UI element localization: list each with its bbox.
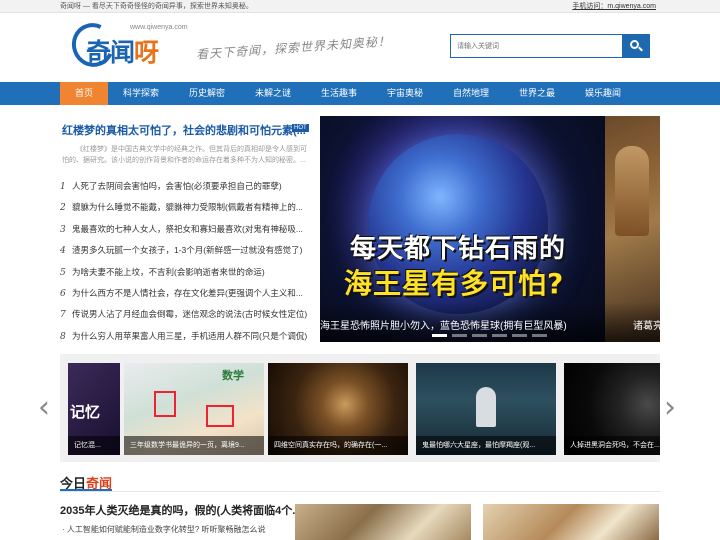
main-nav: 首页 科学探索 历史解密 未解之谜 生活趣事 宇宙奥秘 自然地理 世界之最 娱乐… <box>0 82 720 105</box>
list-item[interactable]: 7 传说男人沾了月经血会倒霉，迷信观念的说法(古时候女性定位) <box>60 306 310 327</box>
carousel-caption: 四维空间真实存在吗，的确存在(一... <box>268 436 408 455</box>
carousel-card[interactable]: 鬼最怕哪六大星座，最怕摩羯座(观... <box>416 363 556 455</box>
today-image-1[interactable] <box>295 504 471 540</box>
nav-item-science[interactable]: 科学探索 <box>108 82 174 105</box>
carousel-caption: 三年级数学书最诡异的一页，离境9... <box>124 436 264 455</box>
carousel-next-icon[interactable]: › <box>664 393 684 423</box>
headline-title[interactable]: 红楼梦的真相太可怕了，社会的悲剧和可怕元素(... <box>62 122 312 138</box>
today-news-title[interactable]: 2035年人类灭绝是真的吗，假的(人类将面临4个... <box>60 502 301 518</box>
mobile-link[interactable]: 手机访问：m.qiwenya.com <box>572 1 656 11</box>
nav-item-mystery[interactable]: 未解之谜 <box>240 82 306 105</box>
today-news-item[interactable]: · 人工智能如何赋能制造业数字化转型? 听听聚畅融怎么说 <box>62 524 266 535</box>
slider-dot[interactable] <box>512 334 527 337</box>
carousel-caption: 人掉进黑洞会死吗，不会在... <box>564 436 660 455</box>
logo-text: 奇闻呀 <box>86 38 159 67</box>
slider-dot[interactable] <box>452 334 467 337</box>
image-carousel: ‹ 记忆 记忆混... 数学 三年级数学书最诡异的一页，离境9... 四维空间真… <box>38 354 676 462</box>
hot-badge: HOT <box>292 124 309 132</box>
list-item[interactable]: 3 鬼最喜欢的七种人女人，祭祀女和寡妇最喜欢(对鬼有神秘吸... <box>60 221 310 242</box>
search-box <box>450 34 650 58</box>
nav-item-life[interactable]: 生活趣事 <box>306 82 372 105</box>
slider-dot[interactable] <box>472 334 487 337</box>
nav-item-home[interactable]: 首页 <box>60 82 108 105</box>
slide-headline-2: 海王星有多可怕? <box>344 267 565 300</box>
search-button[interactable] <box>622 35 649 57</box>
nav-item-universe[interactable]: 宇宙奥秘 <box>372 82 438 105</box>
list-item[interactable]: 4 渣男多久玩腻一个女孩子，1-3个月(新鲜感一过就没有感觉了) <box>60 242 310 263</box>
slider-dot[interactable] <box>432 334 447 337</box>
nav-item-entertainment[interactable]: 娱乐趣闻 <box>570 82 636 105</box>
today-image-2[interactable] <box>483 504 659 540</box>
nav-item-history[interactable]: 历史解密 <box>174 82 240 105</box>
slide-headline-1: 每天都下钻石雨的 <box>350 234 567 264</box>
list-item[interactable]: 1 人死了去阴间会害怕吗，会害怕(必须要承担自己的罪孽) <box>60 178 310 199</box>
carousel-card[interactable]: 记忆 记忆混... <box>68 363 120 455</box>
logo-url: www.qiwenya.com <box>130 24 188 31</box>
carousel-caption: 记忆混... <box>68 436 120 455</box>
site-slogan: 看天下奇闻，探索世界未知奥秘！ <box>195 34 392 62</box>
slider-dot[interactable] <box>492 334 507 337</box>
carousel-card[interactable]: 人掉进黑洞会死吗，不会在... <box>564 363 660 455</box>
search-input[interactable] <box>451 35 623 57</box>
carousel-card[interactable]: 数学 三年级数学书最诡异的一页，离境9... <box>124 363 264 455</box>
headline: 红楼梦的真相太可怕了，社会的悲剧和可怕元素(... HOT <box>62 122 312 138</box>
top-bar: 奇闻呀 — 看尽天下奇奇怪怪的奇闻异事，探索世界未知奥秘。 手机访问：m.qiw… <box>0 0 720 13</box>
list-item[interactable]: 5 为啥夫妻不能上坟，不吉利(会影响逝者来世的命运) <box>60 264 310 285</box>
nav-item-nature[interactable]: 自然地理 <box>438 82 504 105</box>
site-logo[interactable]: www.qiwenya.com 奇闻呀 <box>65 17 188 73</box>
slider-dots <box>432 334 552 337</box>
carousel-card[interactable]: 四维空间真实存在吗，的确存在(一... <box>268 363 408 455</box>
headline-summary: 《红楼梦》是中国古典文学中的经典之作。但其背后的真相却是令人感到可怕的、据研究。… <box>62 146 307 164</box>
next-slide-caption[interactable]: 诸葛亮 <box>633 317 660 332</box>
top-article-list: 1 人死了去阴间会害怕吗，会害怕(必须要承担自己的罪孽) 2 貔貅为什么睡觉不能戴，… <box>60 178 310 349</box>
nav-item-world-records[interactable]: 世界之最 <box>504 82 570 105</box>
list-item[interactable]: 6 为什么西方不是人情社会，存在文化差异(更强调个人主义和... <box>60 285 310 306</box>
carousel-caption: 鬼最怕哪六大星座，最怕摩羯座(观... <box>416 436 556 455</box>
list-item[interactable]: 2 貔貅为什么睡觉不能戴，貔貅神力受限制(佩戴者有精神上的... <box>60 199 310 220</box>
today-section-header: 今日奇闻 <box>60 470 660 492</box>
list-item[interactable]: 8 为什么穷人用苹果富人用三星，手机适用人群不同(只是个调侃) <box>60 328 310 349</box>
slide-caption[interactable]: 海王星恐怖照片胆小勿入，蓝色恐怖星球(拥有巨型风暴) <box>320 317 605 332</box>
carousel-prev-icon[interactable]: ‹ <box>38 393 58 423</box>
site-intro: 奇闻呀 — 看尽天下奇奇怪怪的奇闻异事，探索世界未知奥秘。 <box>60 3 253 10</box>
featured-slider[interactable]: 每天都下钻石雨的 海王星有多可怕? 海王星恐怖照片胆小勿入，蓝色恐怖星球(拥有巨… <box>320 116 660 342</box>
site-header: www.qiwenya.com 奇闻呀 看天下奇闻，探索世界未知奥秘！ <box>0 13 720 82</box>
slider-dot[interactable] <box>532 334 547 337</box>
